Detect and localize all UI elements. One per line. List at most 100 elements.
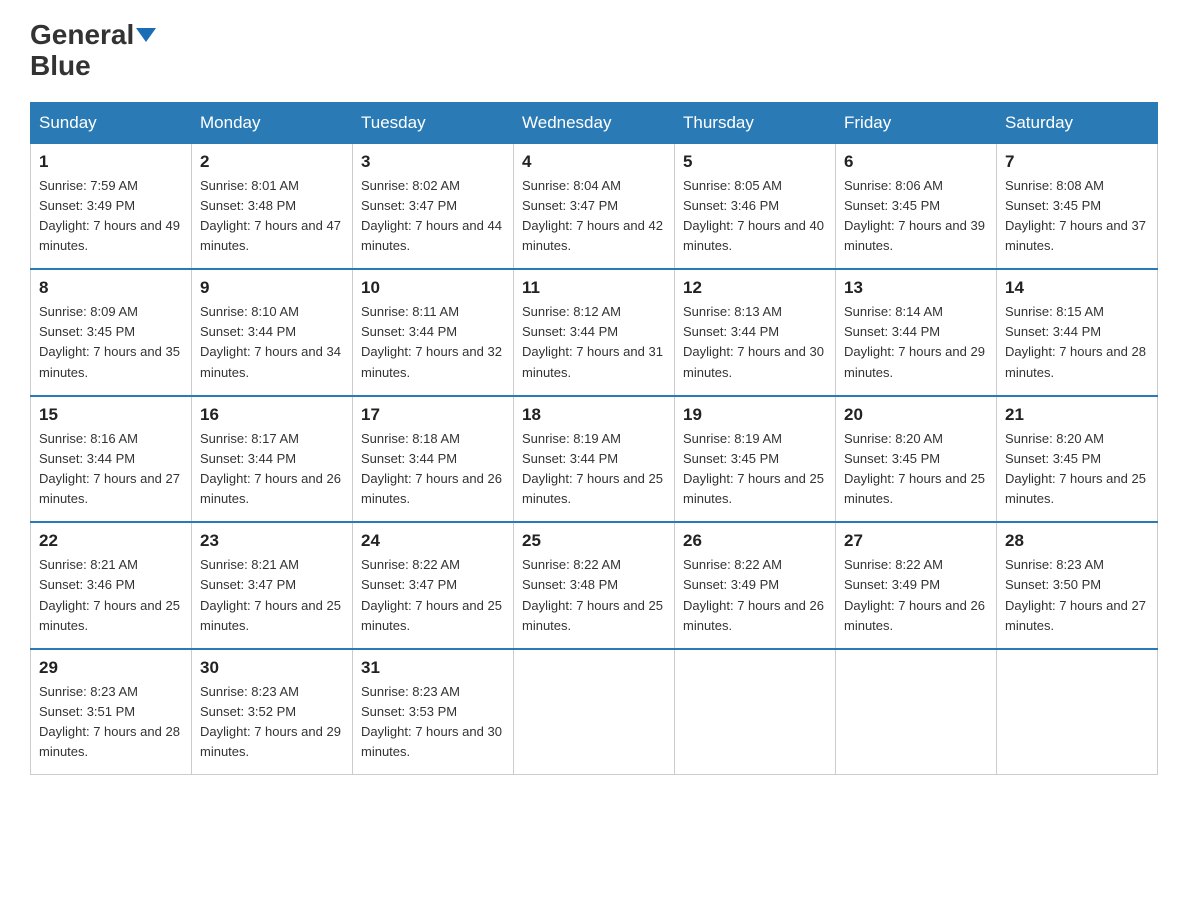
day-info: Sunrise: 8:23 AMSunset: 3:52 PMDaylight:…	[200, 684, 341, 759]
day-cell: 18 Sunrise: 8:19 AMSunset: 3:44 PMDaylig…	[514, 396, 675, 523]
day-info: Sunrise: 8:23 AMSunset: 3:50 PMDaylight:…	[1005, 557, 1146, 632]
day-cell: 1 Sunrise: 7:59 AMSunset: 3:49 PMDayligh…	[31, 143, 192, 269]
day-cell: 24 Sunrise: 8:22 AMSunset: 3:47 PMDaylig…	[353, 522, 514, 649]
day-info: Sunrise: 8:09 AMSunset: 3:45 PMDaylight:…	[39, 304, 180, 379]
day-number: 22	[39, 531, 183, 551]
day-cell	[997, 649, 1158, 775]
day-cell: 19 Sunrise: 8:19 AMSunset: 3:45 PMDaylig…	[675, 396, 836, 523]
day-info: Sunrise: 8:02 AMSunset: 3:47 PMDaylight:…	[361, 178, 502, 253]
day-cell: 7 Sunrise: 8:08 AMSunset: 3:45 PMDayligh…	[997, 143, 1158, 269]
header-sunday: Sunday	[31, 102, 192, 143]
day-cell: 12 Sunrise: 8:13 AMSunset: 3:44 PMDaylig…	[675, 269, 836, 396]
day-cell: 25 Sunrise: 8:22 AMSunset: 3:48 PMDaylig…	[514, 522, 675, 649]
day-number: 23	[200, 531, 344, 551]
day-info: Sunrise: 8:06 AMSunset: 3:45 PMDaylight:…	[844, 178, 985, 253]
header-monday: Monday	[192, 102, 353, 143]
day-number: 5	[683, 152, 827, 172]
day-cell: 22 Sunrise: 8:21 AMSunset: 3:46 PMDaylig…	[31, 522, 192, 649]
day-cell	[514, 649, 675, 775]
week-row-3: 15 Sunrise: 8:16 AMSunset: 3:44 PMDaylig…	[31, 396, 1158, 523]
logo-general: General	[30, 20, 134, 51]
day-number: 10	[361, 278, 505, 298]
day-number: 8	[39, 278, 183, 298]
day-cell: 13 Sunrise: 8:14 AMSunset: 3:44 PMDaylig…	[836, 269, 997, 396]
day-info: Sunrise: 8:22 AMSunset: 3:48 PMDaylight:…	[522, 557, 663, 632]
day-number: 20	[844, 405, 988, 425]
day-cell: 20 Sunrise: 8:20 AMSunset: 3:45 PMDaylig…	[836, 396, 997, 523]
day-info: Sunrise: 8:20 AMSunset: 3:45 PMDaylight:…	[844, 431, 985, 506]
day-info: Sunrise: 8:10 AMSunset: 3:44 PMDaylight:…	[200, 304, 341, 379]
day-cell: 10 Sunrise: 8:11 AMSunset: 3:44 PMDaylig…	[353, 269, 514, 396]
day-info: Sunrise: 8:04 AMSunset: 3:47 PMDaylight:…	[522, 178, 663, 253]
day-cell: 21 Sunrise: 8:20 AMSunset: 3:45 PMDaylig…	[997, 396, 1158, 523]
header-friday: Friday	[836, 102, 997, 143]
day-cell: 3 Sunrise: 8:02 AMSunset: 3:47 PMDayligh…	[353, 143, 514, 269]
day-cell: 26 Sunrise: 8:22 AMSunset: 3:49 PMDaylig…	[675, 522, 836, 649]
day-cell	[675, 649, 836, 775]
day-cell: 4 Sunrise: 8:04 AMSunset: 3:47 PMDayligh…	[514, 143, 675, 269]
day-number: 13	[844, 278, 988, 298]
day-info: Sunrise: 8:19 AMSunset: 3:45 PMDaylight:…	[683, 431, 824, 506]
day-cell: 8 Sunrise: 8:09 AMSunset: 3:45 PMDayligh…	[31, 269, 192, 396]
days-header-row: SundayMondayTuesdayWednesdayThursdayFrid…	[31, 102, 1158, 143]
day-number: 21	[1005, 405, 1149, 425]
logo-triangle-icon	[136, 28, 156, 42]
day-info: Sunrise: 8:01 AMSunset: 3:48 PMDaylight:…	[200, 178, 341, 253]
week-row-1: 1 Sunrise: 7:59 AMSunset: 3:49 PMDayligh…	[31, 143, 1158, 269]
day-info: Sunrise: 8:08 AMSunset: 3:45 PMDaylight:…	[1005, 178, 1146, 253]
day-number: 9	[200, 278, 344, 298]
day-info: Sunrise: 8:17 AMSunset: 3:44 PMDaylight:…	[200, 431, 341, 506]
header-tuesday: Tuesday	[353, 102, 514, 143]
day-info: Sunrise: 7:59 AMSunset: 3:49 PMDaylight:…	[39, 178, 180, 253]
day-info: Sunrise: 8:15 AMSunset: 3:44 PMDaylight:…	[1005, 304, 1146, 379]
day-cell: 14 Sunrise: 8:15 AMSunset: 3:44 PMDaylig…	[997, 269, 1158, 396]
day-cell: 16 Sunrise: 8:17 AMSunset: 3:44 PMDaylig…	[192, 396, 353, 523]
day-number: 30	[200, 658, 344, 678]
day-info: Sunrise: 8:21 AMSunset: 3:46 PMDaylight:…	[39, 557, 180, 632]
day-info: Sunrise: 8:20 AMSunset: 3:45 PMDaylight:…	[1005, 431, 1146, 506]
day-number: 1	[39, 152, 183, 172]
day-cell	[836, 649, 997, 775]
day-cell: 29 Sunrise: 8:23 AMSunset: 3:51 PMDaylig…	[31, 649, 192, 775]
page-header: General Blue	[30, 20, 1158, 82]
day-cell: 23 Sunrise: 8:21 AMSunset: 3:47 PMDaylig…	[192, 522, 353, 649]
day-number: 4	[522, 152, 666, 172]
day-number: 14	[1005, 278, 1149, 298]
day-info: Sunrise: 8:16 AMSunset: 3:44 PMDaylight:…	[39, 431, 180, 506]
day-number: 18	[522, 405, 666, 425]
day-cell: 11 Sunrise: 8:12 AMSunset: 3:44 PMDaylig…	[514, 269, 675, 396]
day-number: 16	[200, 405, 344, 425]
day-info: Sunrise: 8:19 AMSunset: 3:44 PMDaylight:…	[522, 431, 663, 506]
day-info: Sunrise: 8:13 AMSunset: 3:44 PMDaylight:…	[683, 304, 824, 379]
week-row-2: 8 Sunrise: 8:09 AMSunset: 3:45 PMDayligh…	[31, 269, 1158, 396]
day-number: 6	[844, 152, 988, 172]
day-info: Sunrise: 8:18 AMSunset: 3:44 PMDaylight:…	[361, 431, 502, 506]
day-number: 7	[1005, 152, 1149, 172]
day-cell: 30 Sunrise: 8:23 AMSunset: 3:52 PMDaylig…	[192, 649, 353, 775]
day-info: Sunrise: 8:12 AMSunset: 3:44 PMDaylight:…	[522, 304, 663, 379]
logo: General Blue	[30, 20, 156, 82]
day-number: 3	[361, 152, 505, 172]
day-cell: 28 Sunrise: 8:23 AMSunset: 3:50 PMDaylig…	[997, 522, 1158, 649]
day-number: 17	[361, 405, 505, 425]
header-thursday: Thursday	[675, 102, 836, 143]
day-number: 26	[683, 531, 827, 551]
calendar-table: SundayMondayTuesdayWednesdayThursdayFrid…	[30, 102, 1158, 776]
day-info: Sunrise: 8:23 AMSunset: 3:51 PMDaylight:…	[39, 684, 180, 759]
day-info: Sunrise: 8:21 AMSunset: 3:47 PMDaylight:…	[200, 557, 341, 632]
day-info: Sunrise: 8:22 AMSunset: 3:49 PMDaylight:…	[844, 557, 985, 632]
day-info: Sunrise: 8:22 AMSunset: 3:47 PMDaylight:…	[361, 557, 502, 632]
logo-blue: Blue	[30, 51, 91, 82]
day-number: 12	[683, 278, 827, 298]
day-number: 15	[39, 405, 183, 425]
day-number: 31	[361, 658, 505, 678]
day-info: Sunrise: 8:05 AMSunset: 3:46 PMDaylight:…	[683, 178, 824, 253]
day-info: Sunrise: 8:11 AMSunset: 3:44 PMDaylight:…	[361, 304, 502, 379]
day-info: Sunrise: 8:14 AMSunset: 3:44 PMDaylight:…	[844, 304, 985, 379]
day-number: 11	[522, 278, 666, 298]
header-wednesday: Wednesday	[514, 102, 675, 143]
day-info: Sunrise: 8:22 AMSunset: 3:49 PMDaylight:…	[683, 557, 824, 632]
day-cell: 2 Sunrise: 8:01 AMSunset: 3:48 PMDayligh…	[192, 143, 353, 269]
day-info: Sunrise: 8:23 AMSunset: 3:53 PMDaylight:…	[361, 684, 502, 759]
header-saturday: Saturday	[997, 102, 1158, 143]
